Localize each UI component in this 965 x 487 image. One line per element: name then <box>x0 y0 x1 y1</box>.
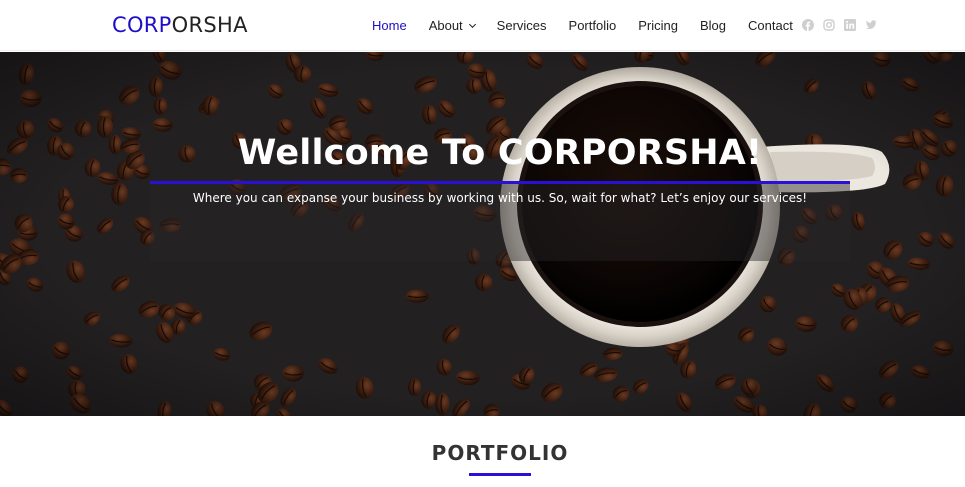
nav-item-contact[interactable]: Contact <box>748 18 793 33</box>
instagram-icon[interactable] <box>823 19 835 31</box>
linkedin-icon[interactable] <box>844 19 856 31</box>
twitter-icon[interactable] <box>865 19 877 31</box>
logo-part-orsha: ORSHA <box>171 13 248 37</box>
portfolio-heading: PORTFOLIO <box>431 441 569 465</box>
nav-item-about[interactable]: About <box>428 18 476 33</box>
hero-title: Wellcome To CORPORSHA! <box>237 133 763 173</box>
facebook-icon[interactable] <box>802 19 814 31</box>
site-header: CORPORSHA Home About Services Portfolio … <box>0 0 965 51</box>
hero-subtitle: Where you can expanse your business by w… <box>192 191 808 205</box>
main-nav: Home About Services Portfolio Pricing Bl… <box>372 18 815 33</box>
site-logo[interactable]: CORPORSHA <box>112 13 248 37</box>
nav-item-pricing[interactable]: Pricing <box>638 18 678 33</box>
hero-section <box>0 52 965 416</box>
nav-item-about-label: About <box>428 18 463 33</box>
nav-item-home[interactable]: Home <box>372 18 407 33</box>
nav-item-blog[interactable]: Blog <box>700 18 726 33</box>
nav-item-services[interactable]: Services <box>497 18 547 33</box>
logo-part-corp: CORP <box>112 13 172 37</box>
social-links <box>802 19 877 31</box>
nav-item-portfolio[interactable]: Portfolio <box>569 18 617 33</box>
chevron-down-icon <box>468 20 476 28</box>
portfolio-heading-underline <box>469 473 531 476</box>
